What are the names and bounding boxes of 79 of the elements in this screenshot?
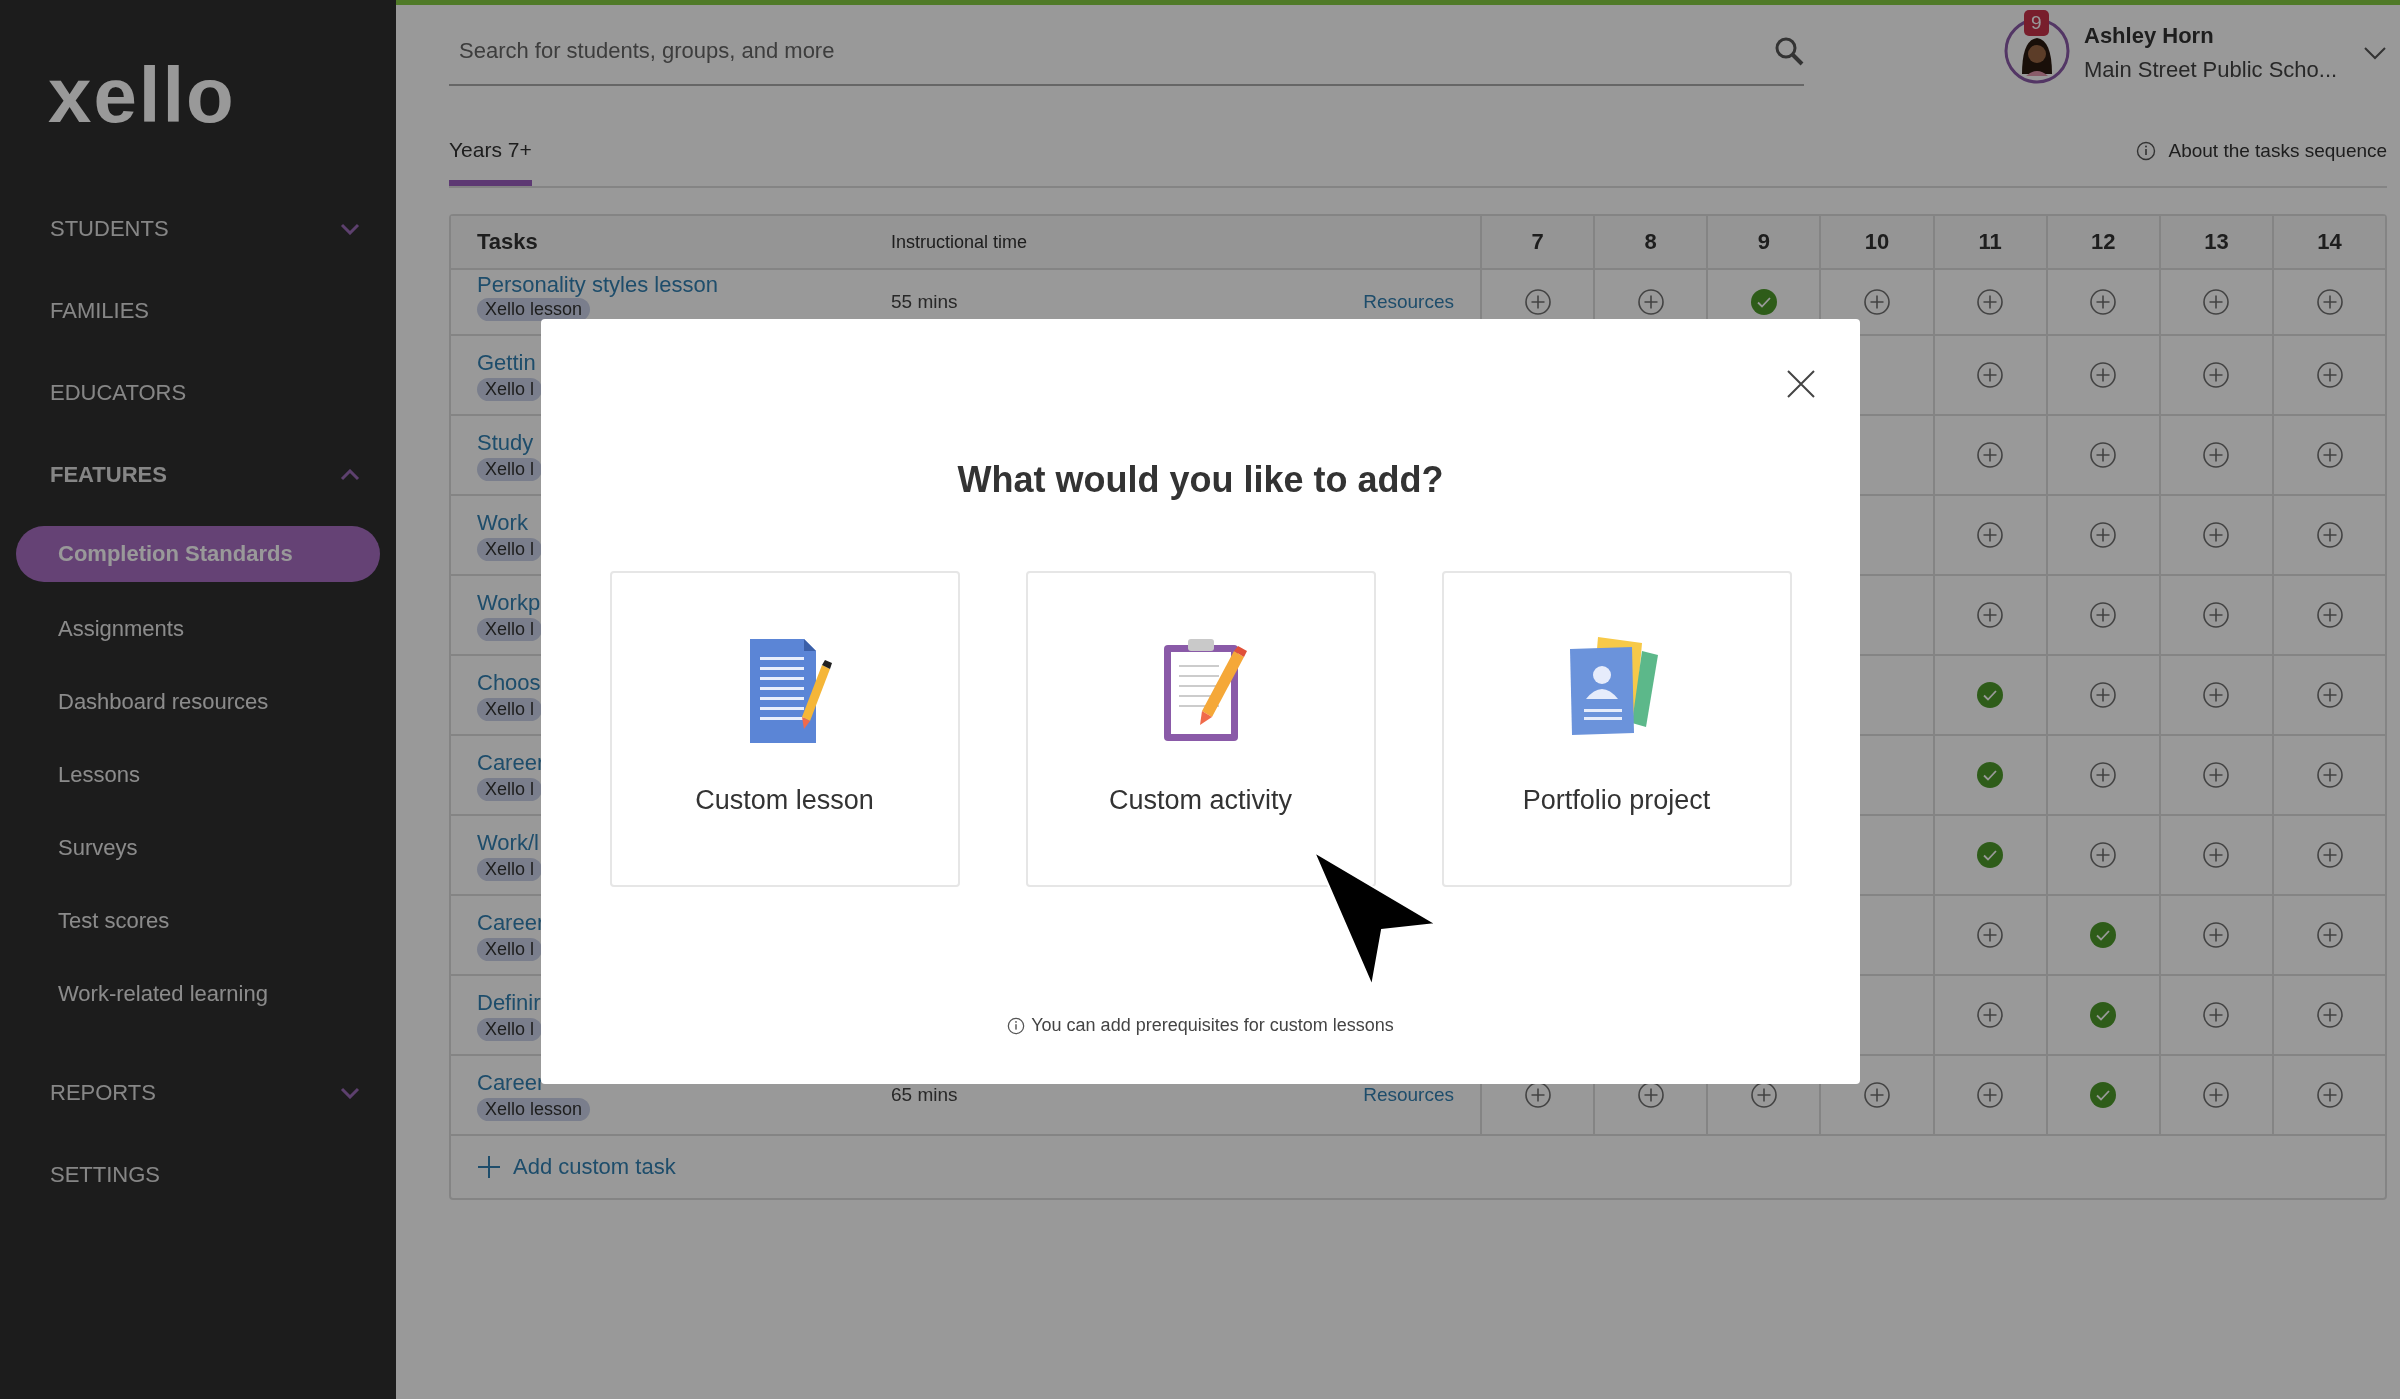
chevron-icon [340, 469, 360, 481]
task-title-link[interactable]: Career [477, 1069, 545, 1096]
task-tag: Xello l [477, 617, 543, 641]
column-header: Tasks [476, 229, 538, 255]
task-title-link[interactable]: Workp [477, 589, 541, 616]
task-title-link[interactable]: Personality styles lesson [477, 272, 718, 298]
school-name: Main Street Public Scho... [2084, 57, 2338, 83]
task-tag: Xello l [477, 377, 543, 401]
close-icon[interactable] [1786, 369, 1816, 399]
nav-subitem[interactable]: Test scores [0, 884, 396, 957]
about-link[interactable]: About the tasks sequence [2168, 140, 2388, 162]
task-tag: Xello l [477, 697, 543, 721]
chevron-icon [340, 1087, 360, 1099]
nav-subitem[interactable]: Lessons [0, 738, 396, 811]
column-header: 9 [1757, 229, 1770, 255]
check-icon[interactable] [2090, 922, 2117, 948]
nav-item[interactable]: STUDENTS [0, 188, 396, 270]
task-title-link[interactable]: Choos [477, 669, 541, 696]
task-tag: Xello l [477, 537, 543, 561]
nav-subitem[interactable]: Surveys [0, 811, 396, 884]
option-card[interactable]: Custom lesson [609, 571, 960, 887]
time-cell: 65 mins [891, 1084, 958, 1105]
nav-subitem[interactable]: Dashboard resources [0, 665, 396, 738]
plus-icon [477, 1155, 501, 1179]
task-title-link[interactable]: Definir [477, 989, 541, 1016]
task-tag: Xello l [477, 937, 543, 961]
nav-subitem[interactable]: Completion Standards [16, 526, 380, 582]
task-tag: Xello lesson [477, 298, 591, 321]
nav-item[interactable]: SETTINGS [0, 1134, 396, 1216]
info-icon [1007, 1016, 1026, 1035]
column-header: 12 [2091, 229, 2116, 255]
resources-link[interactable]: Resources [1363, 291, 1454, 313]
check-icon[interactable] [2090, 1002, 2117, 1028]
user-name: Ashley Horn [2084, 23, 2215, 49]
notification-badge: 9 [2024, 10, 2049, 36]
check-icon[interactable] [1977, 762, 2004, 788]
task-title-link[interactable]: Gettin [477, 349, 536, 376]
check-icon[interactable] [1977, 682, 2004, 708]
add-icon[interactable] [1524, 1082, 1551, 1108]
time-cell: 55 mins [891, 291, 958, 312]
search-field[interactable]: Search for students, groups, and more [459, 34, 1774, 68]
chevron-icon [340, 223, 360, 235]
task-tag: Xello l [477, 857, 543, 881]
option-card[interactable]: Portfolio project [1441, 571, 1792, 887]
task-tag: Xello l [477, 457, 543, 481]
column-header: 14 [2317, 229, 2342, 255]
nav-subitem[interactable]: Assignments [0, 592, 396, 665]
add-icon[interactable] [1637, 1082, 1664, 1108]
modal-title: What would you like to add? [957, 459, 1444, 501]
nav-item[interactable]: FAMILIES [0, 270, 396, 352]
task-title-link[interactable]: Work [477, 509, 528, 536]
nav-subitem[interactable]: Work-related learning [0, 957, 396, 1030]
info-icon [2136, 141, 2157, 161]
logo: xello [47, 56, 237, 134]
search-icon [1774, 36, 1804, 66]
column-header: 8 [1644, 229, 1657, 255]
tab[interactable]: Years 7+ [449, 138, 532, 186]
task-title-link[interactable]: Study [477, 429, 534, 456]
check-icon[interactable] [2090, 1082, 2117, 1108]
modal-note: You can add prerequisites for custom lessons [1031, 1015, 1394, 1036]
column-header: 7 [1531, 229, 1544, 255]
nav-item[interactable]: EDUCATORS [0, 352, 396, 434]
nav-item[interactable]: FEATURES [0, 434, 396, 516]
column-header: Instructional time [891, 231, 1028, 253]
option-card[interactable]: Custom activity [1025, 571, 1376, 887]
add-icon[interactable] [1750, 1082, 1777, 1108]
task-tag: Xello lesson [477, 1097, 591, 1121]
resources-link[interactable]: Resources [1363, 1084, 1454, 1106]
column-header: 13 [2204, 229, 2229, 255]
column-header: 10 [1864, 229, 1890, 255]
chevron-icon[interactable] [2363, 46, 2388, 60]
nav-item[interactable]: REPORTS [0, 1052, 396, 1134]
check-icon[interactable] [1750, 289, 1777, 315]
task-title-link[interactable]: Work/l [477, 829, 539, 856]
task-tag: Xello l [477, 777, 543, 801]
add-task-button[interactable]: Add custom task [477, 1154, 676, 1180]
check-icon[interactable] [1977, 842, 2004, 868]
column-header: 11 [1978, 229, 2002, 255]
task-tag: Xello l [477, 1017, 543, 1041]
